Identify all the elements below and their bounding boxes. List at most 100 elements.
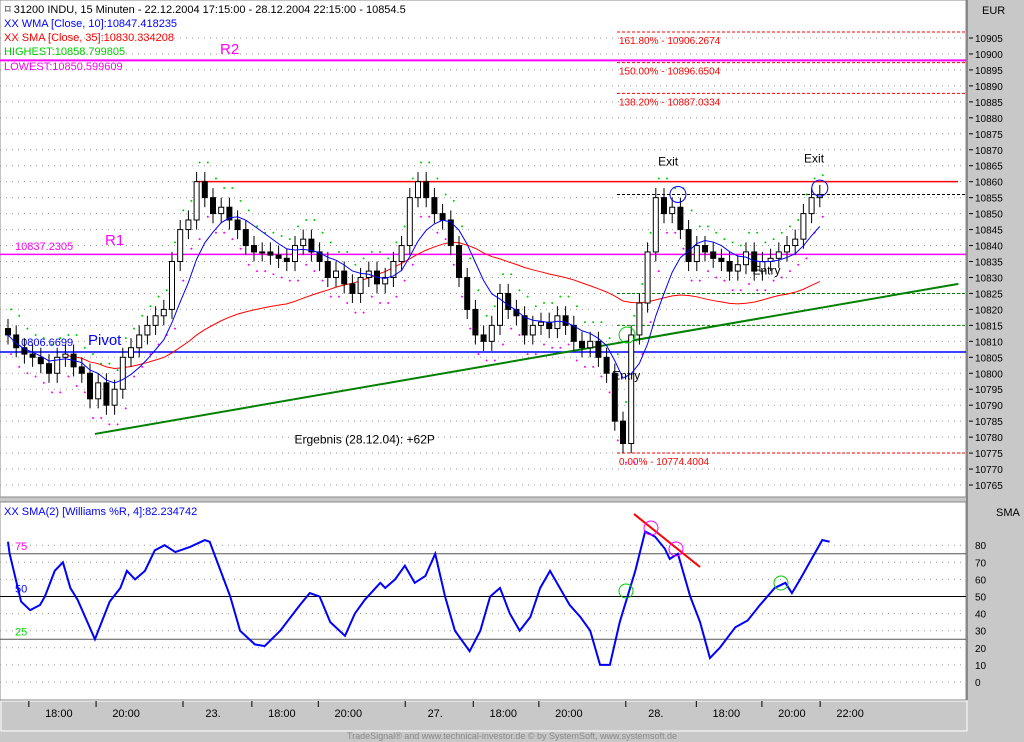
- sma-legend: XX SMA [Close, 35]:10830.334208: [4, 32, 174, 44]
- highest-dot: [485, 314, 488, 317]
- candle-body: [275, 254, 282, 259]
- highest-dot: [461, 225, 463, 228]
- highest-dot: [387, 257, 390, 260]
- lowest-dot: [698, 279, 701, 282]
- time-tick-label: 20:00: [778, 708, 806, 720]
- candle-body: [193, 181, 200, 221]
- candle-body: [357, 276, 364, 294]
- indicator-level-label: 75: [15, 541, 27, 553]
- highest-dot: [51, 343, 53, 346]
- highest-dot: [420, 161, 422, 164]
- wma-legend: XX WMA [Close, 10]:10847.418235: [4, 18, 177, 30]
- lowest-dot: [526, 353, 529, 356]
- candle-body: [259, 251, 266, 254]
- highest-dot: [452, 199, 455, 202]
- candle-body: [46, 363, 52, 374]
- candle-body: [734, 264, 741, 272]
- indicator-tick-label: 0: [975, 678, 981, 689]
- candle-body: [718, 257, 725, 263]
- lowest-dot: [280, 276, 283, 279]
- candle-body: [439, 213, 446, 221]
- price-tick-label: 10820: [975, 305, 1003, 316]
- highest-dot: [428, 161, 431, 164]
- candle-body: [37, 356, 44, 365]
- lowest-dot: [543, 343, 545, 346]
- lowest-dot: [329, 295, 332, 298]
- candle-body: [341, 270, 348, 285]
- highest-dot: [354, 263, 357, 266]
- indicator-tick-label: 50: [975, 593, 987, 604]
- price-tick-label: 10900: [975, 50, 1003, 61]
- lowest-dot: [682, 247, 685, 250]
- lowest-dot: [26, 372, 29, 375]
- price-tick-label: 10865: [975, 162, 1003, 173]
- candle-body: [792, 238, 799, 247]
- lowest-dot: [633, 461, 636, 464]
- lowest-dot: [436, 231, 439, 234]
- r1-label: R1: [105, 232, 124, 249]
- highest-dot: [329, 241, 332, 244]
- highest-dot: [133, 327, 135, 330]
- highest-dot: [510, 273, 513, 276]
- lowest-dot: [395, 295, 398, 298]
- lowest-dot: [256, 270, 258, 273]
- candle-body: [472, 308, 479, 336]
- lowest-dot: [485, 359, 488, 362]
- lowest-dot: [141, 365, 144, 368]
- lowest-dot: [723, 279, 726, 282]
- lowest-dot: [338, 295, 340, 298]
- candle-body: [103, 382, 110, 406]
- lowest-dot: [444, 238, 447, 241]
- highest-dot: [739, 244, 742, 247]
- time-tick-label: 18:00: [713, 708, 741, 720]
- candle-body: [775, 251, 782, 259]
- lowest-dot: [518, 333, 521, 336]
- candle-body: [488, 324, 495, 342]
- highest-dot: [723, 238, 726, 241]
- annotation-label: Ergebnis (28.12.04): +62P: [294, 433, 434, 447]
- highest-dot: [297, 225, 299, 228]
- candle-body: [702, 245, 708, 253]
- candle-body: [521, 315, 528, 336]
- candle-body: [652, 197, 659, 253]
- highest-dot: [616, 353, 619, 356]
- highest-dot: [215, 177, 217, 180]
- lowest-dot: [67, 375, 70, 378]
- time-tick-label: 28.: [648, 708, 663, 720]
- lowest-legend: LOWEST:10850.599609: [4, 61, 123, 73]
- highest-legend: HIGHEST:10858.799805: [4, 46, 125, 58]
- price-tick-label: 10790: [975, 401, 1003, 412]
- candle-body: [587, 340, 594, 349]
- lowest-dot: [108, 423, 111, 426]
- pivot-label: Pivot: [88, 332, 122, 349]
- candle-body: [579, 340, 585, 349]
- highest-dot: [657, 177, 660, 180]
- lowest-dot: [51, 391, 53, 394]
- candle-body: [349, 283, 356, 294]
- candle-body: [324, 261, 331, 278]
- highest-dot: [92, 353, 94, 356]
- candle-body: [87, 372, 93, 400]
- highest-dot: [411, 177, 414, 180]
- highest-dot: [362, 257, 365, 260]
- price-tick-label: 10780: [975, 433, 1003, 444]
- lowest-dot: [739, 289, 742, 292]
- lowest-dot: [198, 238, 201, 241]
- chart-canvas: 10905 10900 10895 10890 10885 10880 10875 10870…: [0, 0, 1024, 741]
- lowest-dot: [780, 276, 783, 279]
- lowest-dot: [764, 289, 767, 292]
- highest-dot: [108, 362, 111, 365]
- candle-body: [177, 229, 184, 263]
- lowest-dot: [608, 391, 611, 394]
- candle-body: [62, 353, 69, 358]
- candle-body: [242, 229, 249, 247]
- price-tick-label: 10855: [975, 194, 1003, 205]
- highest-dot: [280, 234, 283, 237]
- lowest-dot: [370, 295, 373, 298]
- lowest-dot: [247, 263, 250, 266]
- candle-body: [283, 257, 290, 263]
- lowest-dot: [83, 391, 86, 394]
- time-tick-label: 20:00: [112, 708, 140, 720]
- lowest-dot: [748, 282, 750, 285]
- r2-label: R2: [220, 41, 239, 58]
